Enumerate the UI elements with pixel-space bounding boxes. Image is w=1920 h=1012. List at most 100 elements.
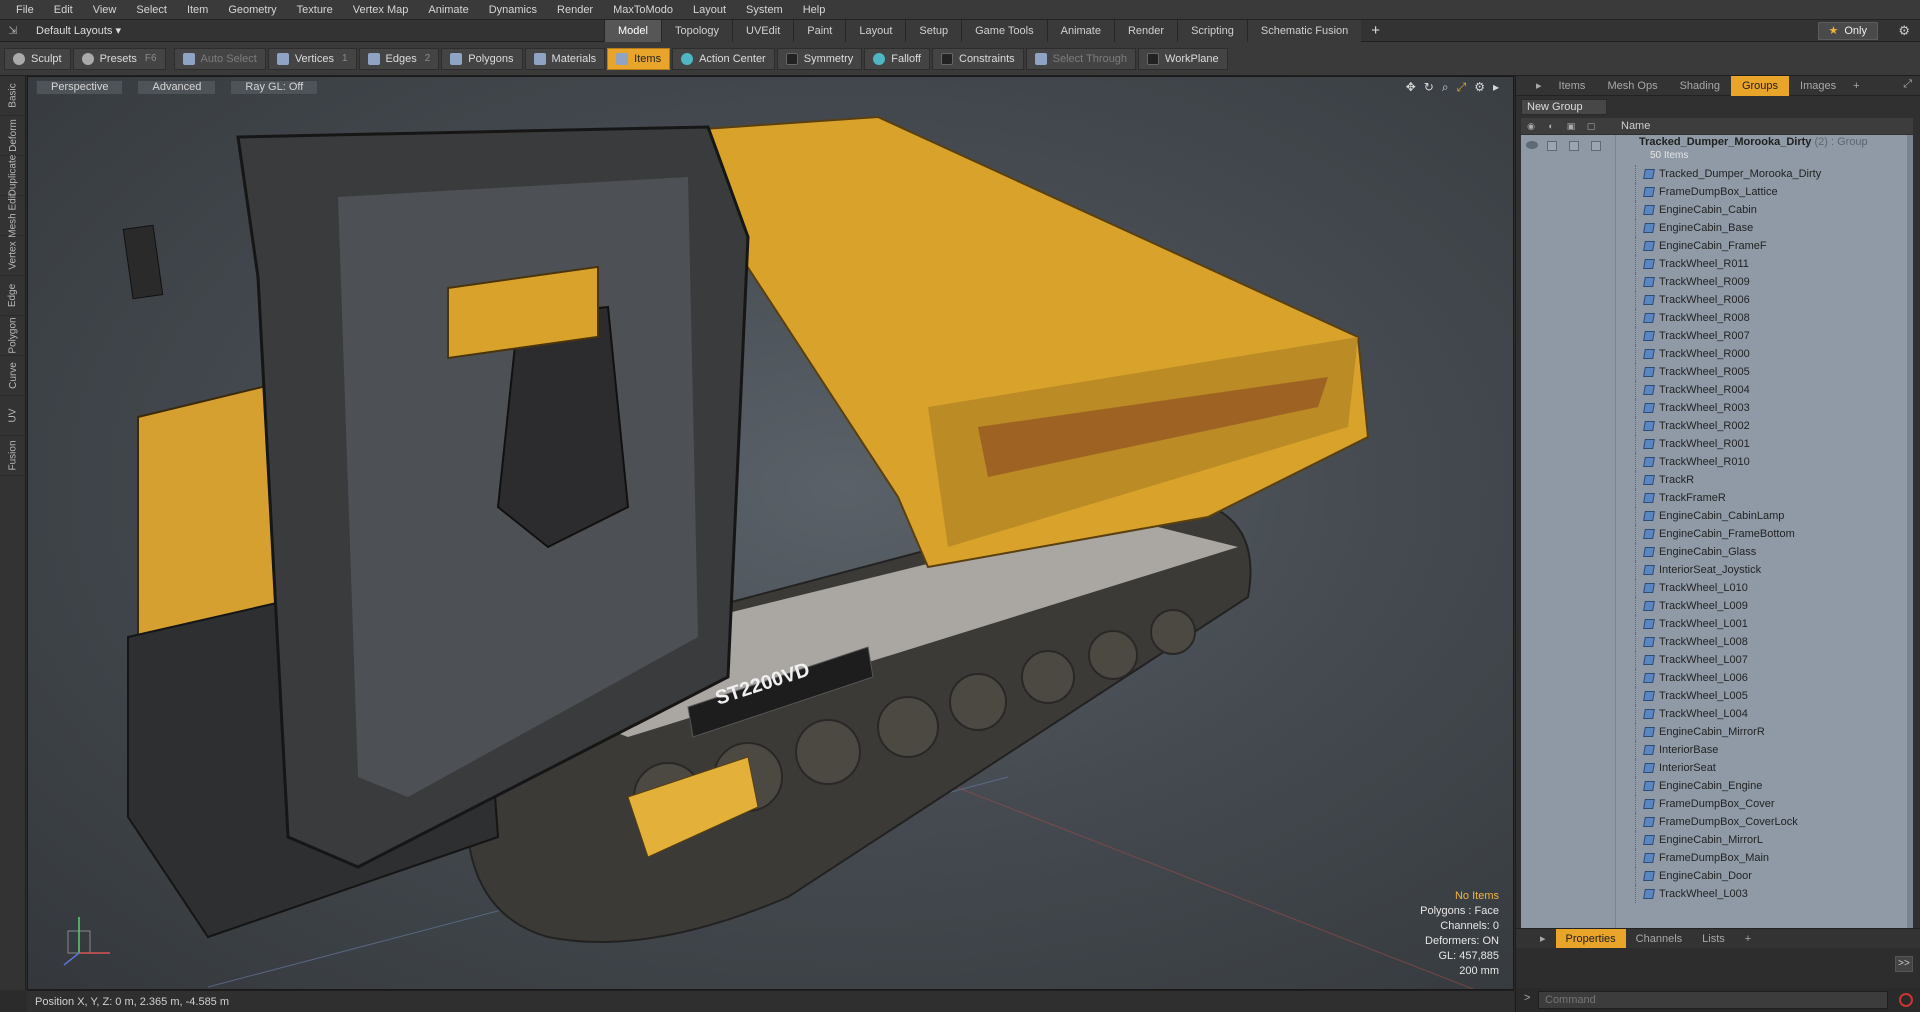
list-item[interactable]: TrackWheel_R006 — [1521, 291, 1913, 309]
list-item[interactable]: TrackWheel_R010 — [1521, 453, 1913, 471]
list-item[interactable]: EngineCabin_FrameF — [1521, 237, 1913, 255]
group-row[interactable]: Tracked_Dumper_Morooka_Dirty (2) : Group… — [1521, 135, 1913, 163]
list-item[interactable]: TrackWheel_L008 — [1521, 633, 1913, 651]
rotate-icon[interactable]: ↻ — [1424, 80, 1434, 95]
viewport-more-icon[interactable]: ▸ — [1493, 80, 1499, 95]
list-item[interactable]: EngineCabin_Glass — [1521, 543, 1913, 561]
tab-topology[interactable]: Topology — [660, 20, 733, 42]
add-props-tab-icon[interactable]: + — [1735, 929, 1761, 949]
sculpt-button[interactable]: Sculpt — [4, 47, 71, 70]
list-item[interactable]: EngineCabin_CabinLamp — [1521, 507, 1913, 525]
action-center-button[interactable]: Action Center — [672, 47, 775, 70]
list-item[interactable]: TrackR — [1521, 471, 1913, 489]
list-item[interactable]: EngineCabin_Engine — [1521, 777, 1913, 795]
list-item[interactable]: FrameDumpBox_Lattice — [1521, 183, 1913, 201]
list-item[interactable]: EngineCabin_Base — [1521, 219, 1913, 237]
list-item[interactable]: TrackWheel_R003 — [1521, 399, 1913, 417]
list-item[interactable]: EngineCabin_FrameBottom — [1521, 525, 1913, 543]
render-toggle[interactable] — [1547, 141, 1557, 151]
add-tab-icon[interactable]: + — [1847, 80, 1865, 92]
tab-schematic-fusion[interactable]: Schematic Fusion — [1246, 20, 1362, 42]
groups-list[interactable]: Tracked_Dumper_Morooka_Dirty (2) : Group… — [1521, 135, 1913, 993]
list-item[interactable]: TrackWheel_L005 — [1521, 687, 1913, 705]
left-tab-duplicate[interactable]: Duplicate — [0, 155, 26, 196]
menu-select[interactable]: Select — [126, 0, 177, 20]
falloff-button[interactable]: Falloff — [864, 47, 930, 70]
tab-game-tools[interactable]: Game Tools — [961, 20, 1047, 42]
tab-paint[interactable]: Paint — [793, 20, 846, 42]
panel-tab-mesh-ops[interactable]: Mesh Ops — [1596, 76, 1668, 96]
list-item[interactable]: TrackWheel_R008 — [1521, 309, 1913, 327]
menu-animate[interactable]: Animate — [418, 0, 478, 20]
panel-tab-shading[interactable]: Shading — [1669, 76, 1731, 96]
command-input[interactable] — [1538, 991, 1888, 1009]
menu-maxtomodo[interactable]: MaxToModo — [603, 0, 683, 20]
add-layout-tab-icon[interactable]: + — [1361, 20, 1390, 42]
workplane-button[interactable]: WorkPlane — [1138, 47, 1228, 70]
list-item[interactable]: TrackFrameR — [1521, 489, 1913, 507]
lock-toggle[interactable] — [1569, 141, 1579, 151]
expand-icon[interactable]: ⤢ — [1903, 78, 1912, 91]
default-layouts-dropdown[interactable]: Default Layouts ▾ — [26, 24, 146, 37]
panel-tab-items[interactable]: Items — [1548, 76, 1597, 96]
constraints-button[interactable]: Constraints — [932, 47, 1024, 70]
menu-view[interactable]: View — [83, 0, 127, 20]
menu-edit[interactable]: Edit — [44, 0, 83, 20]
tab-animate[interactable]: Animate — [1046, 20, 1114, 42]
tab-model[interactable]: Model — [604, 20, 661, 42]
list-scrollbar[interactable] — [1907, 135, 1913, 993]
left-tab-edge[interactable]: Edge — [0, 276, 26, 316]
render-column-icon[interactable]: ◐ — [1541, 121, 1561, 131]
lock-column-icon[interactable]: ▣ — [1561, 121, 1581, 132]
list-item[interactable]: TrackWheel_R000 — [1521, 345, 1913, 363]
list-item[interactable]: TrackWheel_R007 — [1521, 327, 1913, 345]
raygl-dropdown[interactable]: Ray GL: Off — [230, 79, 319, 95]
eye-icon[interactable] — [1526, 141, 1538, 149]
new-group-button[interactable]: New Group — [1521, 99, 1607, 115]
list-item[interactable]: EngineCabin_MirrorL — [1521, 831, 1913, 849]
select-through-button[interactable]: Select Through — [1025, 47, 1137, 70]
list-item[interactable]: TrackWheel_R005 — [1521, 363, 1913, 381]
pan-icon[interactable]: ✥ — [1406, 80, 1416, 95]
left-tab-polygon[interactable]: Polygon — [0, 316, 26, 356]
perspective-dropdown[interactable]: Perspective — [36, 79, 124, 95]
panel-tab-groups[interactable]: Groups — [1730, 75, 1790, 96]
select-toggle[interactable] — [1591, 141, 1601, 151]
vertices-button[interactable]: Vertices 1 — [267, 47, 357, 70]
props-tab-channels[interactable]: Channels — [1626, 929, 1692, 949]
viewport-gear-icon[interactable]: ⚙ — [1474, 80, 1485, 95]
left-tab-mesh-edit[interactable]: Mesh Edit — [0, 193, 26, 238]
list-item[interactable]: EngineCabin_Door — [1521, 867, 1913, 885]
layout-collapse-icon[interactable]: ⇲ — [0, 24, 26, 37]
menu-render[interactable]: Render — [547, 0, 603, 20]
advanced-dropdown[interactable]: Advanced — [137, 79, 217, 95]
materials-button[interactable]: Materials — [524, 47, 606, 70]
tab-render[interactable]: Render — [1113, 20, 1178, 42]
menu-file[interactable]: File — [6, 0, 44, 20]
list-item[interactable]: TrackWheel_R004 — [1521, 381, 1913, 399]
tab-uvedit[interactable]: UVEdit — [732, 20, 794, 42]
presets-button[interactable]: Presets F6 — [72, 47, 166, 70]
record-icon[interactable] — [1899, 993, 1913, 1007]
menu-item[interactable]: Item — [177, 0, 218, 20]
list-item[interactable]: InteriorBase — [1521, 741, 1913, 759]
list-item[interactable]: FrameDumpBox_Cover — [1521, 795, 1913, 813]
list-item[interactable]: EngineCabin_MirrorR — [1521, 723, 1913, 741]
list-item[interactable]: TrackWheel_L004 — [1521, 705, 1913, 723]
more-button[interactable]: >> — [1895, 956, 1913, 972]
panel-tab-images[interactable]: Images — [1789, 76, 1847, 96]
list-item[interactable]: TrackWheel_L007 — [1521, 651, 1913, 669]
list-item[interactable]: TrackWheel_L001 — [1521, 615, 1913, 633]
tab-setup[interactable]: Setup — [905, 20, 962, 42]
props-menu-icon[interactable]: ▸ — [1530, 929, 1556, 949]
name-column-header[interactable]: Name — [1621, 120, 1650, 132]
menu-help[interactable]: Help — [793, 0, 836, 20]
menu-dynamics[interactable]: Dynamics — [479, 0, 547, 20]
left-tab-fusion[interactable]: Fusion — [0, 436, 26, 476]
tab-layout[interactable]: Layout — [845, 20, 906, 42]
props-tab-lists[interactable]: Lists — [1692, 929, 1735, 949]
menu-geometry[interactable]: Geometry — [218, 0, 286, 20]
fit-icon[interactable]: ⤢ — [1457, 80, 1467, 95]
list-item[interactable]: FrameDumpBox_Main — [1521, 849, 1913, 867]
props-tab-properties[interactable]: Properties — [1555, 928, 1626, 949]
